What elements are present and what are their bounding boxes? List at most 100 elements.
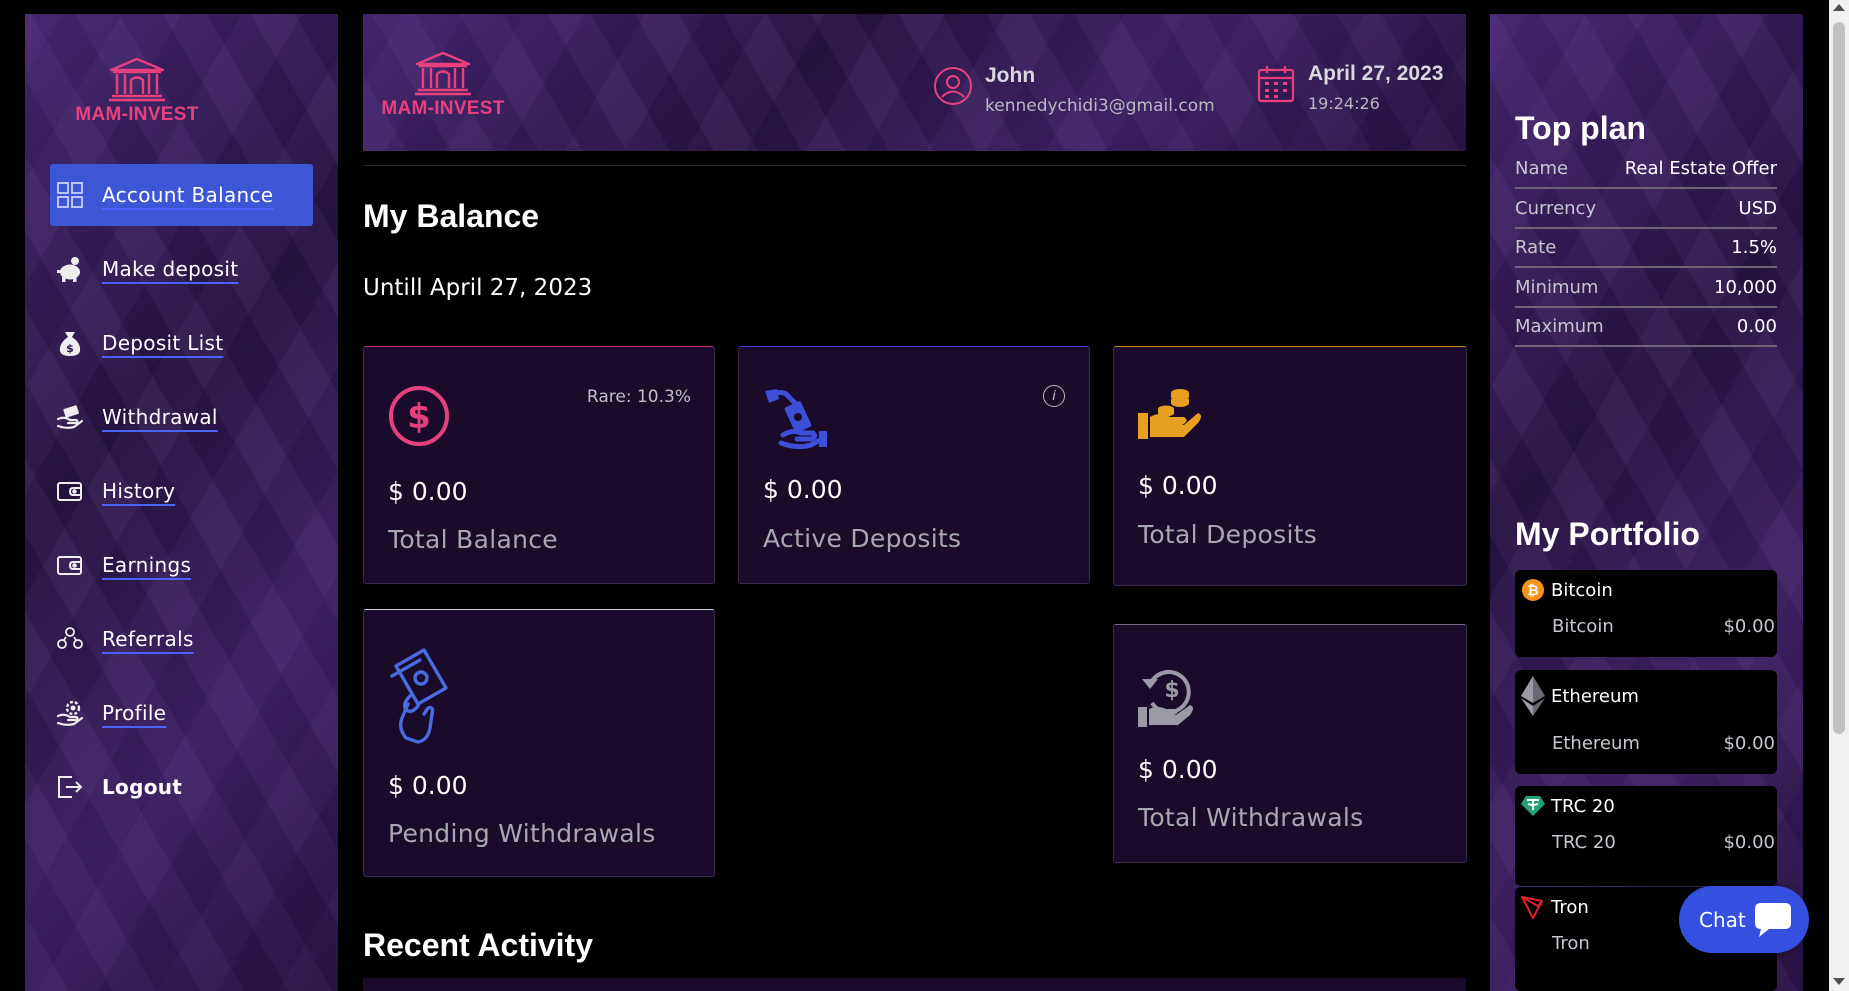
info-icon[interactable]: i [1043,385,1065,407]
coin-title: Tron [1551,896,1589,918]
refund-hand-icon: $ [1138,663,1202,733]
sidebar-item-history[interactable]: History [50,460,313,522]
coin-title: Bitcoin [1551,579,1613,601]
wallet-icon [56,551,84,579]
total-balance-amount: $ 0.00 [388,477,468,506]
coins-hand-icon [1138,387,1202,447]
coin-name: TRC 20 [1552,832,1616,853]
svg-text:$: $ [66,342,74,355]
sidebar-item-make-deposit[interactable]: Make deposit [50,238,313,300]
users-icon [56,625,84,653]
logout-icon [56,773,84,801]
sidebar-item-label: Profile [102,701,167,725]
sidebar-item-deposit-list[interactable]: $ Deposit List [50,312,313,374]
chat-label: Chat [1699,907,1746,932]
active-deposits-label: Active Deposits [763,524,962,553]
user-avatar-icon [934,67,972,105]
bank-icon [109,57,165,102]
date-info: April 27, 2023 19:24:26 [1256,62,1443,113]
coin-title: TRC 20 [1551,795,1615,817]
recent-activity-panel [363,978,1466,991]
coin-value: $0.00 [1723,832,1775,853]
rate-text: Rare: 10.3% [586,387,691,407]
dollar-circle-icon: $ [388,385,450,451]
total-withdrawals-label: Total Withdrawals [1138,803,1364,832]
sidebar-item-label: Withdrawal [102,405,218,429]
tether-icon [1521,794,1545,818]
active-deposits-amount: $ 0.00 [763,475,843,504]
hand-money-icon [763,383,829,453]
grid-icon [56,181,84,209]
plan-row-minimum: Minimum 10,000 [1515,268,1777,308]
svg-text:₿: ₿ [1527,583,1538,599]
sidebar-item-withdrawal[interactable]: Withdrawal [50,386,313,448]
plan-row-rate: Rate 1.5% [1515,228,1777,268]
scrollbar-thumb[interactable] [1833,22,1845,734]
total-withdrawals-card: $ $ 0.00 Total Withdrawals [1113,624,1467,863]
user-info[interactable]: John kennedychidi3@gmail.com [933,64,1215,116]
sidebar-item-label: Logout [102,775,183,799]
banknote-hand-icon [388,648,452,748]
brand-name: MAM-INVEST [75,104,199,125]
total-deposits-label: Total Deposits [1138,520,1318,549]
sidebar-logo[interactable]: MAM-INVEST [62,56,212,126]
wallet-icon [56,477,84,505]
user-name: John [985,64,1036,87]
pending-withdrawals-label: Pending Withdrawals [388,819,656,848]
user-email: kennedychidi3@gmail.com [985,96,1215,116]
coin-name: Bitcoin [1552,616,1614,637]
coin-value: $0.00 [1723,733,1775,754]
money-bag-icon: $ [56,329,84,357]
calendar-icon [1257,66,1295,103]
piggy-bank-icon [56,255,84,283]
total-deposits-amount: $ 0.00 [1138,471,1218,500]
header-logo[interactable]: MAM-INVEST [368,50,518,120]
sidebar-item-label: Earnings [102,553,192,577]
plan-row-maximum: Maximum 0.00 [1515,307,1777,347]
portfolio-item-ethereum[interactable]: Ethereum Ethereum $0.00 [1515,670,1777,774]
top-plan-title: Top plan [1515,110,1646,146]
portfolio-item-bitcoin[interactable]: ₿ Bitcoin Bitcoin $0.00 [1515,570,1777,657]
chat-button[interactable]: Chat [1679,886,1809,953]
tron-icon [1521,895,1545,919]
until-date: Untill April 27, 2023 [363,275,593,301]
sidebar-nav: Account Balance Make deposit $ Deposit L… [50,164,313,830]
pending-withdrawals-card: $ 0.00 Pending Withdrawals [363,609,715,877]
scroll-down-arrow[interactable] [1833,978,1845,985]
bitcoin-icon: ₿ [1521,578,1545,602]
scroll-up-arrow[interactable] [1833,4,1845,11]
sidebar-item-account-balance[interactable]: Account Balance [50,164,313,226]
plan-row-name: Name Real Estate Offer [1515,149,1777,189]
total-balance-label: Total Balance [388,525,558,554]
sidebar-item-label: Account Balance [102,183,274,207]
coin-name: Ethereum [1552,733,1640,754]
portfolio-title: My Portfolio [1515,516,1700,552]
profile-gear-icon [56,699,84,727]
sidebar-item-label: History [102,479,176,503]
bank-icon [415,51,471,96]
sidebar-item-logout[interactable]: Logout [50,756,313,818]
brand-name: MAM-INVEST [381,98,505,119]
svg-text:$: $ [407,397,431,437]
sidebar-item-earnings[interactable]: Earnings [50,534,313,596]
right-panel: Top plan Name Real Estate Offer Currency… [1490,14,1803,991]
sidebar-item-profile[interactable]: Profile [50,682,313,744]
portfolio-item-trc20[interactable]: TRC 20 TRC 20 $0.00 [1515,786,1777,886]
current-date: April 27, 2023 [1308,62,1444,85]
sidebar-item-referrals[interactable]: Referrals [50,608,313,670]
coin-title: Ethereum [1551,685,1639,707]
sidebar-item-label: Referrals [102,627,194,651]
pending-withdrawals-amount: $ 0.00 [388,771,468,800]
sidebar: MAM-INVEST Account Balance Make deposit … [25,14,338,991]
header-divider [363,165,1466,166]
recent-activity-title: Recent Activity [363,927,593,963]
sidebar-item-label: Deposit List [102,331,224,355]
current-time: 19:24:26 [1308,94,1380,113]
total-deposits-card: $ 0.00 Total Deposits [1113,346,1467,586]
hand-cash-icon [56,403,84,431]
coin-name: Tron [1552,933,1590,954]
sidebar-item-label: Make deposit [102,257,239,281]
coin-value: $0.00 [1723,616,1775,637]
total-withdrawals-amount: $ 0.00 [1138,755,1218,784]
plan-row-currency: Currency USD [1515,189,1777,229]
